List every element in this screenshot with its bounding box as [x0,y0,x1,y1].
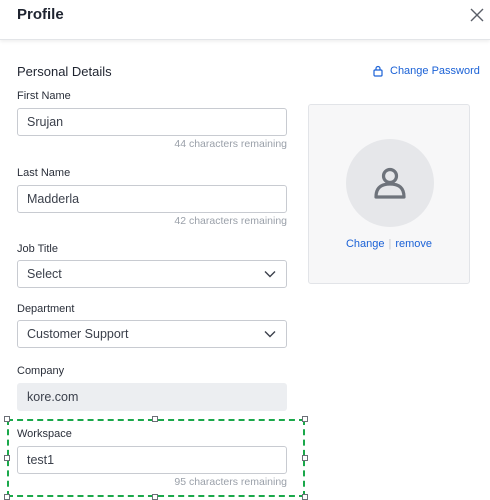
company-label: Company [17,365,65,377]
company-field: kore.com [17,383,287,411]
modal-title: Profile [17,6,64,23]
remove-avatar-link[interactable]: remove [395,238,432,250]
department-label: Department [17,303,75,315]
avatar-actions: Change | remove [309,238,469,250]
lock-icon [373,65,383,77]
selection-outline [7,419,305,497]
company-value: kore.com [27,390,79,404]
modal-header: Profile [0,0,490,40]
first-name-helper: 44 characters remaining [174,138,287,150]
resize-handle[interactable] [4,416,10,422]
resize-handle[interactable] [4,494,10,500]
last-name-helper: 42 characters remaining [174,215,287,227]
resize-handle[interactable] [152,416,158,422]
last-name-input[interactable]: Madderla [17,185,287,213]
resize-handle[interactable] [152,494,158,500]
last-name-label: Last Name [17,167,71,179]
change-password-link[interactable]: Change Password [372,63,480,79]
avatar-action-separator: | [388,238,392,250]
change-password-label: Change Password [390,65,480,77]
first-name-value: Srujan [27,115,64,129]
avatar [346,139,434,227]
first-name-label: First Name [17,90,71,102]
avatar-card: Change | remove [308,104,470,284]
job-title-value: Select [27,267,62,281]
resize-handle[interactable] [302,416,308,422]
chevron-down-icon [264,271,276,278]
resize-handle[interactable] [302,494,308,500]
chevron-down-icon [264,331,276,338]
user-icon [374,167,406,199]
job-title-label: Job Title [17,243,58,255]
department-value: Customer Support [27,327,129,341]
last-name-value: Madderla [27,192,80,206]
close-icon[interactable] [468,6,486,24]
first-name-input[interactable]: Srujan [17,108,287,136]
job-title-select[interactable]: Select [17,260,287,288]
department-select[interactable]: Customer Support [17,320,287,348]
change-avatar-link[interactable]: Change [346,238,385,250]
section-title: Personal Details [17,64,112,79]
resize-handle[interactable] [302,455,308,461]
resize-handle[interactable] [4,455,10,461]
